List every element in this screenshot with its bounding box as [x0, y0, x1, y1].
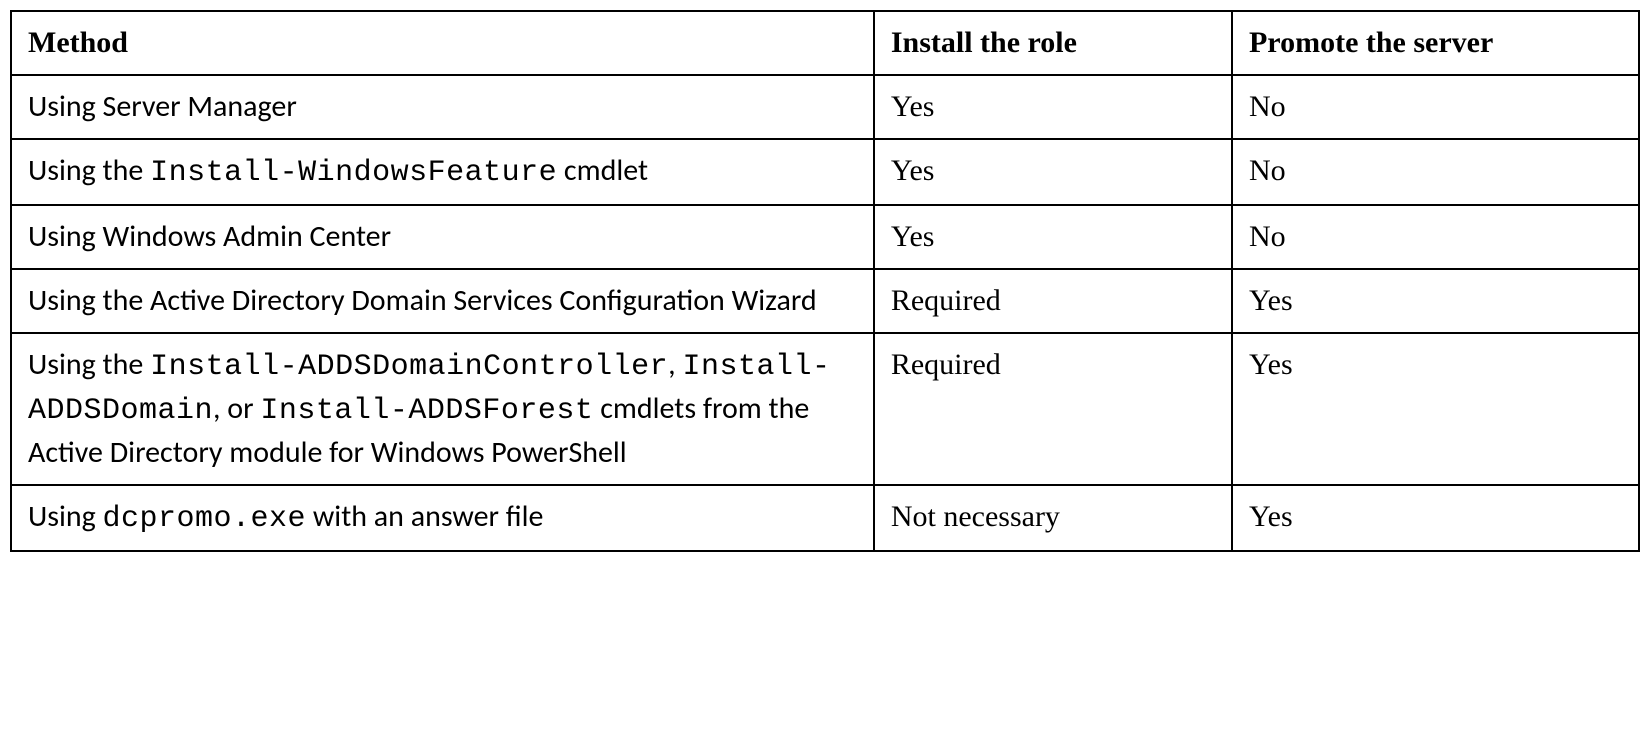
cell-install: Not necessary — [874, 485, 1232, 551]
cell-install: Yes — [874, 205, 1232, 269]
cell-install: Yes — [874, 139, 1232, 205]
table-row: Using the Install-ADDSDomainController, … — [11, 333, 1639, 485]
table-row: Using the Install-WindowsFeature cmdletY… — [11, 139, 1639, 205]
cell-promote: No — [1232, 205, 1639, 269]
header-method: Method — [11, 11, 874, 75]
cell-method: Using Windows Admin Center — [11, 205, 874, 269]
cell-promote: Yes — [1232, 485, 1639, 551]
cell-promote: No — [1232, 139, 1639, 205]
cell-method: Using dcpromo.exe with an answer file — [11, 485, 874, 551]
cell-promote: Yes — [1232, 333, 1639, 485]
cell-install: Yes — [874, 75, 1232, 139]
cell-promote: Yes — [1232, 269, 1639, 333]
code-snippet: Install-ADDSForest — [260, 394, 593, 428]
table-row: Using Server ManagerYesNo — [11, 75, 1639, 139]
cell-method: Using the Install-ADDSDomainController, … — [11, 333, 874, 485]
table-row: Using Windows Admin CenterYesNo — [11, 205, 1639, 269]
header-promote: Promote the server — [1232, 11, 1639, 75]
table-row: Using the Active Directory Domain Servic… — [11, 269, 1639, 333]
code-snippet: dcpromo.exe — [103, 502, 307, 536]
header-install: Install the role — [874, 11, 1232, 75]
cell-method: Using Server Manager — [11, 75, 874, 139]
code-snippet: Install-WindowsFeature — [150, 156, 557, 190]
table-header-row: Method Install the role Promote the serv… — [11, 11, 1639, 75]
cell-method: Using the Active Directory Domain Servic… — [11, 269, 874, 333]
cell-method: Using the Install-WindowsFeature cmdlet — [11, 139, 874, 205]
cell-install: Required — [874, 269, 1232, 333]
code-snippet: Install-ADDSDomainController — [150, 350, 668, 384]
cell-promote: No — [1232, 75, 1639, 139]
methods-table: Method Install the role Promote the serv… — [10, 10, 1640, 552]
cell-install: Required — [874, 333, 1232, 485]
table-row: Using dcpromo.exe with an answer fileNot… — [11, 485, 1639, 551]
